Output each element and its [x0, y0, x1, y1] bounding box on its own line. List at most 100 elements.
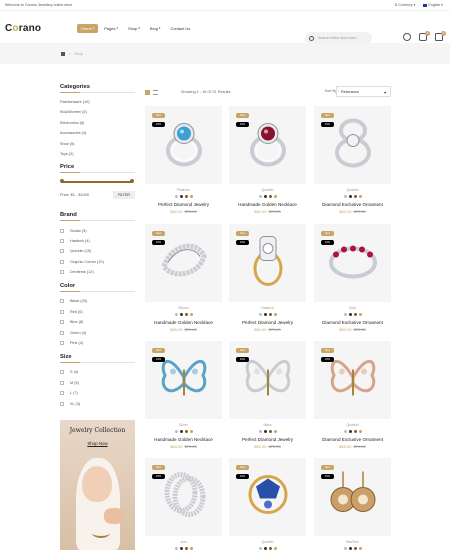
color-swatch[interactable]: [184, 430, 188, 433]
wishlist-icon[interactable]: 0: [419, 31, 430, 41]
product-name[interactable]: Diamond Exclusive Ornament: [314, 202, 391, 207]
color-option[interactable]: Blue (8): [60, 317, 135, 327]
color-option[interactable]: Pink (4): [60, 338, 135, 348]
color-swatch[interactable]: [174, 430, 178, 433]
price-slider[interactable]: [60, 179, 134, 184]
product-card[interactable]: New 10% Mavs Perfect Diamond Jewelry $60.00 $…: [229, 341, 306, 449]
product-image[interactable]: New 10%: [145, 106, 222, 184]
product-name[interactable]: Perfect Diamond Jewelry: [229, 437, 306, 442]
product-image[interactable]: New 10%: [229, 458, 306, 536]
color-swatch[interactable]: [268, 195, 272, 198]
home-icon[interactable]: [61, 51, 65, 56]
product-name[interactable]: Perfect Diamond Jewelry: [229, 320, 306, 325]
product-image[interactable]: New 10%: [229, 106, 306, 184]
product-name[interactable]: Diamond Exclusive Ornament: [314, 320, 391, 325]
product-name[interactable]: Handmade Golden Necklace: [229, 202, 306, 207]
color-swatch[interactable]: [179, 313, 183, 316]
color-swatch[interactable]: [174, 195, 178, 198]
color-swatch[interactable]: [348, 313, 352, 316]
checkbox[interactable]: [60, 330, 64, 335]
categorie-option[interactable]: Fashionware (10): [60, 97, 135, 107]
brand-option[interactable]: Hastech (4): [60, 236, 135, 246]
list-view-icon[interactable]: [153, 89, 158, 95]
color-swatch[interactable]: [348, 430, 352, 433]
checkbox[interactable]: [60, 309, 64, 314]
product-card[interactable]: New 10% HasTech: [314, 458, 391, 550]
product-image[interactable]: New 10%: [229, 224, 306, 302]
color-swatch[interactable]: [268, 430, 272, 433]
color-swatch[interactable]: [273, 195, 277, 198]
search-input[interactable]: Search entire store here: [318, 36, 357, 40]
product-image[interactable]: New 10%: [314, 224, 391, 302]
categorie-option[interactable]: Electronics (8): [60, 118, 135, 128]
product-image[interactable]: New 10%: [145, 458, 222, 536]
shop-now-button[interactable]: Shop Now: [60, 441, 135, 446]
color-swatch[interactable]: [263, 313, 267, 316]
color-swatch[interactable]: [179, 195, 183, 198]
product-name[interactable]: Handmade Golden Necklace: [145, 320, 222, 325]
search-icon[interactable]: [309, 35, 314, 41]
language-select[interactable]: English ▾: [423, 3, 443, 7]
product-card[interactable]: New 10% Quickiin Handmade Golden Necklace $6…: [229, 106, 306, 214]
color-swatch[interactable]: [263, 195, 267, 198]
price-max-handle[interactable]: [130, 179, 134, 184]
color-swatch[interactable]: [174, 313, 178, 316]
color-swatch[interactable]: [353, 195, 357, 198]
checkbox[interactable]: [60, 320, 64, 325]
product-card[interactable]: New 10% Quickiin Diamond Exclusive Ornament…: [314, 106, 391, 214]
color-swatch[interactable]: [258, 430, 262, 433]
checkbox[interactable]: [60, 370, 64, 375]
categorie-option[interactable]: Accessories (4): [60, 128, 135, 138]
product-image[interactable]: New 10%: [229, 341, 306, 419]
color-swatch[interactable]: [273, 313, 277, 316]
brand-option[interactable]: Devitems (12): [60, 267, 135, 277]
brand-option[interactable]: Quickiin (15): [60, 246, 135, 256]
grid-view-icon[interactable]: [145, 89, 150, 95]
color-swatch[interactable]: [343, 313, 347, 316]
checkbox[interactable]: [60, 238, 64, 243]
color-swatch[interactable]: [263, 430, 267, 433]
product-image[interactable]: New 10%: [314, 341, 391, 419]
color-swatch[interactable]: [358, 195, 362, 198]
nav-item-home[interactable]: Home ▾: [77, 23, 99, 33]
color-swatch[interactable]: [189, 313, 193, 316]
filter-button[interactable]: FILTER: [112, 191, 135, 200]
product-card[interactable]: New 10% BDono Handmade Golden Necklace $60.0…: [145, 224, 222, 332]
checkbox[interactable]: [60, 401, 64, 406]
checkbox[interactable]: [60, 380, 64, 385]
nav-item-blog[interactable]: Blog ▾: [146, 24, 165, 33]
product-name[interactable]: Diamond Exclusive Ornament: [314, 437, 391, 442]
color-swatch[interactable]: [258, 313, 262, 316]
currency-select[interactable]: $ Currency ▾: [395, 3, 415, 7]
checkbox[interactable]: [60, 341, 64, 346]
color-swatch[interactable]: [343, 430, 347, 433]
color-option[interactable]: Green (4): [60, 327, 135, 337]
color-swatch[interactable]: [358, 313, 362, 316]
user-icon[interactable]: [403, 33, 411, 41]
checkbox[interactable]: [60, 259, 64, 264]
product-card[interactable]: New 10% Jem: [145, 458, 222, 550]
product-image[interactable]: New 10%: [314, 106, 391, 184]
cart-icon[interactable]: 0: [435, 31, 446, 41]
checkbox[interactable]: [60, 391, 64, 396]
color-swatch[interactable]: [273, 430, 277, 433]
color-swatch[interactable]: [184, 313, 188, 316]
price-min-handle[interactable]: [60, 179, 64, 184]
checkbox[interactable]: [60, 270, 64, 275]
logo[interactable]: Corano: [5, 23, 77, 34]
color-swatch[interactable]: [353, 313, 357, 316]
product-name[interactable]: Handmade Golden Necklace: [145, 437, 222, 442]
color-option[interactable]: Black (20): [60, 296, 135, 306]
size-option[interactable]: XL (3): [60, 398, 135, 408]
color-swatch[interactable]: [353, 430, 357, 433]
color-swatch[interactable]: [189, 430, 193, 433]
size-option[interactable]: S (4): [60, 367, 135, 377]
categorie-option[interactable]: Shoe (5): [60, 139, 135, 149]
checkbox[interactable]: [60, 228, 64, 233]
product-card[interactable]: New 10% Platinum Perfect Diamond Jewelry $60…: [145, 106, 222, 214]
product-card[interactable]: New 10% Hastech Perfect Diamond Jewelry $60.…: [229, 224, 306, 332]
checkbox[interactable]: [60, 249, 64, 254]
color-swatch[interactable]: [348, 195, 352, 198]
color-swatch[interactable]: [258, 195, 262, 198]
color-swatch[interactable]: [184, 195, 188, 198]
